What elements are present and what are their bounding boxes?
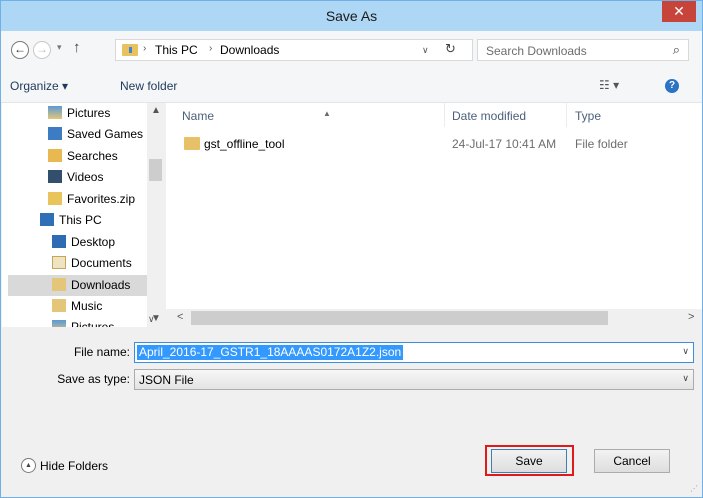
save-as-type-dropdown-icon[interactable]: ∨ (682, 373, 689, 384)
zip-icon (48, 192, 62, 205)
refresh-icon[interactable]: ↻ (445, 41, 456, 57)
back-button[interactable]: ← (11, 41, 29, 59)
column-header-label: Name (182, 109, 215, 123)
breadcrumb-separator-icon[interactable]: › (209, 43, 212, 54)
documents-icon (52, 256, 66, 269)
help-icon[interactable]: ? (665, 79, 679, 93)
address-dropdown-icon[interactable]: ∨ (422, 45, 429, 56)
file-list-horizontal-scrollbar[interactable]: < > (166, 309, 702, 327)
downloads-folder-icon (122, 44, 138, 56)
new-folder-button[interactable]: New folder (120, 79, 177, 93)
search-input[interactable]: Search Downloads ⌕ (477, 39, 689, 61)
navigation-pane: Pictures Saved Games Searches Videos Fav… (2, 103, 164, 327)
column-divider[interactable] (444, 103, 445, 127)
tree-item-music[interactable]: Music (52, 296, 147, 317)
scroll-left-icon[interactable]: < (177, 311, 183, 323)
tree-item-this-pc[interactable]: This PC (40, 210, 147, 231)
tree-item-saved-games[interactable]: Saved Games (48, 124, 147, 145)
save-as-dialog: Save As ✕ ← → ▾ ↑ › This PC › Downloads … (0, 0, 703, 498)
search-icon[interactable]: ⌕ (673, 42, 680, 58)
dialog-title: Save As (325, 8, 378, 24)
horizontal-scroll-thumb[interactable] (191, 311, 608, 325)
forward-button[interactable]: → (33, 41, 51, 59)
tree-item-label: Favorites.zip (67, 192, 136, 206)
close-button[interactable]: ✕ (662, 1, 696, 22)
tree-item-label: Pictures (67, 106, 111, 120)
recent-locations-dropdown[interactable]: ▾ (57, 42, 62, 53)
hide-folders-label: Hide Folders (40, 459, 109, 473)
tree-scrollbar[interactable]: ▲ ▼ (147, 103, 164, 327)
saved-games-icon (48, 127, 62, 140)
tree-item-videos[interactable]: Videos (48, 167, 147, 188)
tree-item-downloads[interactable]: Downloads (8, 275, 147, 296)
breadcrumb-this-pc[interactable]: This PC (155, 43, 198, 57)
tree-item-label: This PC (59, 213, 102, 227)
folder-icon (184, 137, 200, 150)
up-one-level-button[interactable]: ↑ (73, 39, 81, 56)
searches-icon (48, 149, 62, 162)
navigation-bar: ← → ▾ ↑ › This PC › Downloads ∨ ↻ Search… (1, 31, 702, 69)
pictures-folder-icon (52, 320, 66, 327)
scroll-up-icon[interactable]: ▲ (151, 105, 161, 116)
search-placeholder: Search Downloads (486, 44, 587, 58)
save-as-type-label: Save as type: (57, 372, 130, 386)
tree-item-pictures-2[interactable]: Pictures (52, 317, 147, 327)
organize-button[interactable]: Organize ▾ (10, 79, 68, 93)
tree-item-label: Pictures (71, 320, 115, 327)
downloads-icon (52, 278, 66, 291)
tree-scroll-thumb[interactable] (149, 159, 162, 181)
cancel-button[interactable]: Cancel (594, 449, 670, 473)
file-type-cell: File folder (575, 137, 628, 151)
column-header-date-modified[interactable]: Date modified (452, 109, 526, 123)
column-header-name[interactable]: Name ▲ (182, 109, 452, 123)
tree-item-label: Downloads (71, 278, 131, 292)
tree-item-label: Searches (67, 149, 118, 163)
file-date-cell: 24-Jul-17 10:41 AM (452, 137, 557, 151)
save-as-type-value: JSON File (139, 373, 194, 387)
tree-item-pictures[interactable]: Pictures (48, 103, 147, 124)
tree-item-desktop[interactable]: Desktop (52, 232, 147, 253)
command-toolbar: Organize ▾ New folder ☷ ▾ ? (1, 69, 702, 103)
column-divider[interactable] (566, 103, 567, 127)
breadcrumb-separator-icon[interactable]: › (143, 43, 146, 54)
tree-collapse-icon[interactable]: ∨ (148, 314, 155, 325)
tree-item-favorites-zip[interactable]: Favorites.zip (48, 189, 147, 210)
computer-icon (40, 213, 54, 226)
tree-item-label: Music (71, 299, 103, 313)
tree-item-documents[interactable]: Documents (52, 253, 147, 274)
file-name-label: File name: (73, 345, 130, 359)
chevron-up-icon: ▲ (21, 458, 36, 473)
address-bar[interactable]: › This PC › Downloads ∨ ↻ (115, 39, 473, 61)
save-options-panel: File name: April_2016-17_GSTR1_18AAAAS01… (1, 327, 702, 497)
tree-item-label: Desktop (71, 235, 116, 249)
change-view-icon[interactable]: ☷ ▾ (599, 78, 619, 92)
pictures-folder-icon (48, 106, 62, 119)
file-name-cell: gst_offline_tool (204, 137, 285, 151)
resize-grip-icon[interactable]: ⋰ (690, 484, 698, 493)
tree-item-label: Videos (67, 170, 104, 184)
tree-item-label: Saved Games (67, 127, 144, 141)
videos-icon (48, 170, 62, 183)
file-name-dropdown-icon[interactable]: ∨ (682, 346, 689, 357)
breadcrumb-downloads[interactable]: Downloads (220, 43, 279, 57)
save-as-type-select[interactable]: JSON File ∨ (134, 369, 694, 390)
scroll-right-icon[interactable]: > (688, 311, 694, 323)
file-name-value[interactable]: April_2016-17_GSTR1_18AAAAS0172A1Z2.json (137, 345, 404, 360)
music-icon (52, 299, 66, 312)
title-bar: Save As ✕ (1, 1, 702, 31)
column-header-type[interactable]: Type (575, 109, 601, 123)
file-name-field[interactable]: April_2016-17_GSTR1_18AAAAS0172A1Z2.json… (134, 342, 694, 363)
tree-item-searches[interactable]: Searches (48, 146, 147, 167)
save-button-highlight (485, 445, 574, 476)
desktop-icon (52, 235, 66, 248)
file-list: Name ▲ Date modified Type gst_offline_to… (166, 103, 702, 309)
tree-item-label: Documents (71, 256, 132, 270)
sort-ascending-icon: ▲ (323, 109, 331, 118)
file-row[interactable]: gst_offline_tool 24-Jul-17 10:41 AM File… (166, 133, 702, 155)
